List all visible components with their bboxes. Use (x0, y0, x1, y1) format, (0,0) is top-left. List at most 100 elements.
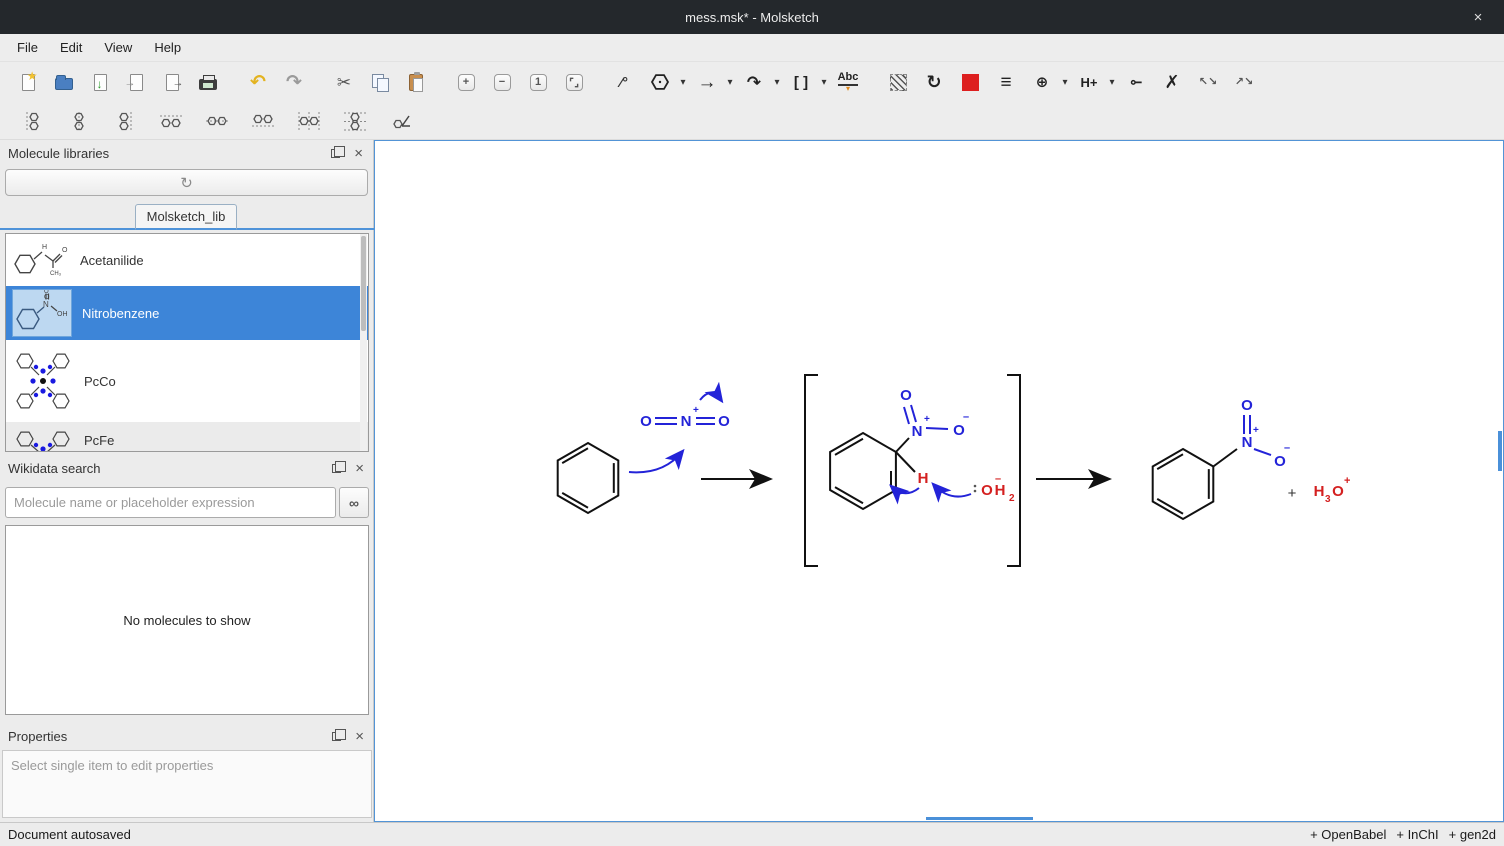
hash-bond-tool-button[interactable]: ↗↘ (1229, 67, 1259, 97)
copy-button[interactable] (365, 67, 395, 97)
undo-button[interactable]: ↶ (243, 67, 273, 97)
reaction-arrow-tool-button[interactable]: → (692, 67, 722, 97)
draw-bond-tool-button[interactable]: ∕° (609, 67, 639, 97)
open-document-button[interactable] (49, 67, 79, 97)
text-tool-button[interactable]: Abc▾ (833, 67, 863, 97)
ring-tool-button[interactable] (645, 67, 675, 97)
align-vertical-center-icon (67, 111, 91, 131)
mechanism-arrow-pi-attack[interactable] (629, 452, 682, 472)
mechanism-arrow-tool-button[interactable]: ↷ (739, 67, 769, 97)
tab-molsketch-lib[interactable]: Molsketch_lib (135, 204, 237, 230)
color-picker-button[interactable] (955, 67, 985, 97)
library-item-pcfe[interactable]: PcFe (6, 422, 368, 452)
window-close-icon[interactable]: × (1464, 0, 1492, 34)
window-title: mess.msk* - Molsketch (0, 10, 1504, 25)
library-scrollbar[interactable] (360, 234, 367, 451)
library-tabbar: Molsketch_lib (0, 202, 374, 230)
canvas-vscrollbar-handle[interactable] (1498, 431, 1502, 471)
menu-file[interactable]: File (6, 36, 49, 59)
import-document-button[interactable]: → (121, 67, 151, 97)
menu-view[interactable]: View (93, 36, 143, 59)
export-document-icon: → (166, 74, 179, 91)
delete-tool-button[interactable]: ✗ (1157, 67, 1187, 97)
library-item-label: PcFe (84, 433, 114, 448)
paste-button[interactable] (401, 67, 431, 97)
search-button[interactable]: ∞ (339, 487, 369, 518)
align-middle-button[interactable] (202, 106, 232, 136)
close-panel-icon[interactable]: × (353, 729, 366, 744)
close-panel-icon[interactable]: × (352, 146, 365, 161)
svg-text:H: H (918, 470, 929, 487)
align-bottom-button[interactable] (248, 106, 278, 136)
close-panel-icon[interactable]: × (353, 461, 366, 476)
hydrogen-tool-dropdown[interactable]: ▾ (1106, 77, 1118, 88)
properties-header: Properties × (0, 723, 374, 749)
align-right-button[interactable] (110, 106, 140, 136)
export-document-button[interactable]: → (157, 67, 187, 97)
benzene-molecule[interactable] (558, 443, 619, 513)
ring-tool-dropdown[interactable]: ▾ (677, 77, 689, 88)
hydroxide-water[interactable]: O H – 2 (974, 473, 1015, 504)
zoom-in-button[interactable]: + (451, 67, 481, 97)
new-document-button[interactable]: ★ (13, 67, 43, 97)
nitrobenzene-product[interactable]: N + O O – (1153, 397, 1290, 519)
cut-button[interactable]: ✂ (329, 67, 359, 97)
zoom-fit-button[interactable]: ⌜⌟ (559, 67, 589, 97)
distribute-horizontal-button[interactable] (294, 106, 324, 136)
hydronium-ion[interactable]: H 3 O + (1314, 475, 1351, 505)
zoom-out-button[interactable]: − (487, 67, 517, 97)
bracket-tool-dropdown[interactable]: ▾ (818, 77, 830, 88)
rotate-tool-button[interactable]: ↻ (919, 67, 949, 97)
wedge-bond-tool-button[interactable]: ↖↘ (1193, 67, 1223, 97)
svg-text:O: O (1274, 453, 1286, 470)
svg-text:+: + (693, 405, 699, 416)
refresh-libraries-button[interactable]: ↻ (5, 169, 368, 196)
align-toolbar (0, 102, 1504, 140)
print-document-icon (199, 79, 217, 90)
detach-tool-button[interactable]: ⊸ (1121, 67, 1151, 97)
plugin-status: + OpenBabel (1310, 827, 1386, 842)
library-item-pcco[interactable]: PcCo (6, 340, 368, 422)
menu-edit[interactable]: Edit (49, 36, 93, 59)
drawing-canvas[interactable]: O N + O (374, 140, 1504, 822)
hydrogen-tool-button[interactable]: H+ (1074, 67, 1104, 97)
reaction-arrow-tool-dropdown[interactable]: ▾ (724, 77, 736, 88)
angle-tool-button[interactable] (386, 106, 416, 136)
molecule-search-input[interactable] (5, 487, 336, 518)
library-scrollbar-handle[interactable] (361, 236, 366, 331)
menu-help[interactable]: Help (143, 36, 192, 59)
mechanism-arrow-no-bond[interactable] (700, 393, 721, 400)
charge-tool-button[interactable]: ⊕ (1027, 67, 1057, 97)
print-document-button[interactable] (193, 67, 223, 97)
properties-title: Properties (8, 729, 332, 744)
pcfe-thumbnail (12, 425, 74, 452)
svg-text:O: O (44, 290, 49, 295)
align-left-button[interactable] (18, 106, 48, 136)
zoom-original-button[interactable]: 1 (523, 67, 553, 97)
align-top-button[interactable] (156, 106, 186, 136)
float-panel-icon[interactable] (332, 732, 341, 741)
mechanism-arrow-deprotonation[interactable] (934, 485, 971, 497)
nitronium-ion[interactable]: O N + O (640, 405, 730, 430)
charge-tool-dropdown[interactable]: ▾ (1059, 77, 1071, 88)
svg-text:N: N (1242, 434, 1253, 451)
redo-button[interactable]: ↷ (279, 67, 309, 97)
line-width-tool-button[interactable]: ≡ (991, 67, 1021, 97)
save-document-button[interactable]: ↓ (85, 67, 115, 97)
distribute-vertical-button[interactable] (340, 106, 370, 136)
float-panel-icon[interactable] (332, 464, 341, 473)
align-vertical-center-button[interactable] (64, 106, 94, 136)
bracket-tool-button[interactable]: [ ] (786, 67, 816, 97)
float-panel-icon[interactable] (331, 149, 340, 158)
library-item-acetanilide[interactable]: HOCH₃Acetanilide (6, 234, 368, 286)
zoom-original-icon: 1 (530, 74, 547, 91)
properties-hint: Select single item to edit properties (11, 758, 213, 773)
library-item-nitrobenzene[interactable]: NOOOHNitrobenzene (6, 286, 368, 340)
canvas-hscrollbar-handle[interactable] (926, 817, 1033, 820)
arenium-intermediate[interactable]: N + O O – H (830, 387, 969, 509)
svg-text:O: O (1332, 483, 1344, 500)
plugin-status: + InChI (1396, 827, 1438, 842)
delete-tool-icon: ✗ (1164, 73, 1179, 91)
selection-tool-button[interactable] (883, 67, 913, 97)
mechanism-arrow-tool-dropdown[interactable]: ▾ (771, 77, 783, 88)
